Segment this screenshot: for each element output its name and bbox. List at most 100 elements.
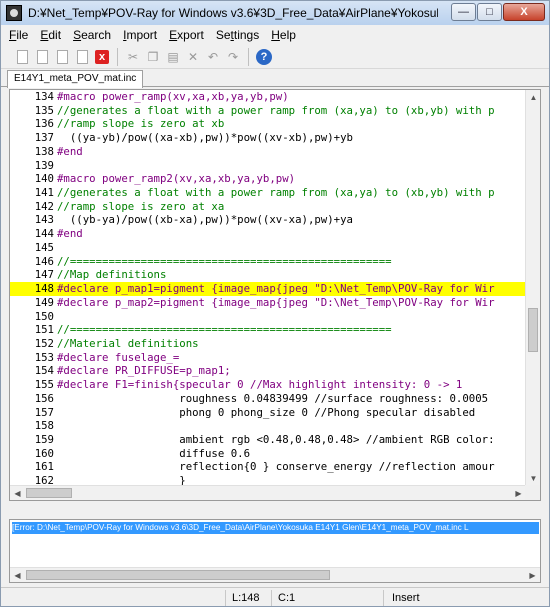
undo-icon[interactable]: ↶ <box>204 48 222 66</box>
code-line[interactable]: 161 reflection{0 } conserve_energy //ref… <box>10 460 526 474</box>
code-line[interactable]: 144 #end <box>10 227 526 241</box>
menu-file[interactable]: File <box>9 28 28 42</box>
code-line[interactable]: 159 ambient rgb <0.48,0.48,0.48> //ambie… <box>10 433 526 447</box>
line-code: #declare p_map1=pigment {image_map{jpeg … <box>57 282 495 296</box>
line-number: 135 <box>34 103 54 117</box>
code-line[interactable]: 141//generates a float with a power ramp… <box>10 186 526 200</box>
horizontal-scroll-thumb[interactable] <box>26 488 72 498</box>
help-icon[interactable]: ? <box>255 48 273 66</box>
code-line[interactable]: 148 #declare p_map1=pigment {image_map{jp… <box>10 282 526 296</box>
line-code: diffuse 0.6 <box>57 446 251 460</box>
code-line[interactable]: 134 #macro power_ramp(xv,xa,xb,ya,yb,pw) <box>10 90 526 104</box>
code-line[interactable]: 142//ramp slope is zero at xa <box>10 200 526 214</box>
line-code: #declare F1=finish{specular 0 //Max high… <box>57 378 463 392</box>
code-line[interactable]: 143 ((yb-ya)/pow((xb-xa),pw))*pow((xv-xa… <box>10 213 526 227</box>
cut-icon[interactable]: ✂ <box>124 48 142 66</box>
scroll-down-icon[interactable]: ▼ <box>526 471 540 486</box>
status-mode: Insert <box>383 589 483 606</box>
code-line[interactable]: 139 <box>10 159 526 173</box>
menu-edit[interactable]: Edit <box>40 28 61 42</box>
app-icon[interactable] <box>6 5 22 21</box>
error-message[interactable]: [Error: D:\Net_Temp\POV-Ray for Windows … <box>12 522 539 534</box>
code-line[interactable]: 156 roughness 0.04839499 //surface rough… <box>10 392 526 406</box>
title-bar[interactable]: D:¥Net_Temp¥POV-Ray for Windows v3.6¥3D_… <box>1 1 549 25</box>
line-number: 161 <box>34 460 54 474</box>
code-line[interactable]: 160 diffuse 0.6 <box>10 447 526 461</box>
open-file-icon[interactable] <box>33 48 51 66</box>
code-line[interactable]: 152//Material definitions <box>10 337 526 351</box>
code-line[interactable]: 158 <box>10 419 526 433</box>
code-line[interactable]: 146//===================================… <box>10 255 526 269</box>
menu-settings[interactable]: Settings <box>216 28 259 42</box>
horizontal-scrollbar[interactable]: ◀ ▶ <box>10 485 526 500</box>
code-line[interactable]: 135//generates a float with a power ramp… <box>10 104 526 118</box>
code-line[interactable]: 137 ((ya-yb)/pow((xa-xb),pw))*pow((xv-xb… <box>10 131 526 145</box>
delete-icon[interactable]: ✕ <box>184 48 202 66</box>
code-line[interactable]: 157 phong 0 phong_size 0 //Phong specula… <box>10 406 526 420</box>
redo-icon[interactable]: ↷ <box>224 48 242 66</box>
line-code: #end <box>57 144 83 158</box>
code-line[interactable]: 149 #declare p_map2=pigment {image_map{jp… <box>10 296 526 310</box>
scroll-left-icon[interactable]: ◀ <box>10 486 25 500</box>
line-code: //Map definitions <box>57 268 167 282</box>
menu-help-label: elp <box>279 28 296 42</box>
line-number: 153 <box>34 350 54 364</box>
line-number: 142 <box>34 199 54 213</box>
code-line[interactable]: 154 #declare PR_DIFFUSE=p_map1; <box>10 364 526 378</box>
new-file-icon[interactable] <box>13 48 31 66</box>
menu-export[interactable]: Export <box>169 28 204 42</box>
line-code: phong 0 phong_size 0 //Phong specular di… <box>57 405 476 419</box>
menu-import[interactable]: Import <box>123 28 157 42</box>
output-scroll-left-icon[interactable]: ◀ <box>10 568 25 582</box>
tab-file[interactable]: E14Y1_meta_POV_mat.inc <box>7 70 144 88</box>
code-line[interactable]: 147//Map definitions <box>10 268 526 282</box>
close-window-button[interactable]: X <box>503 3 545 21</box>
output-scroll-right-icon[interactable]: ▶ <box>525 568 540 582</box>
menu-settings-label-a: Se <box>215 28 231 42</box>
code-line[interactable]: 136//ramp slope is zero at xb <box>10 117 526 131</box>
line-number: 140 <box>34 172 54 186</box>
output-panel[interactable]: [Error: D:\Net_Temp\POV-Ray for Windows … <box>9 519 541 583</box>
line-number: 158 <box>34 419 54 433</box>
line-code: #declare fuselage_= <box>57 350 180 364</box>
code-lines[interactable]: 134 #macro power_ramp(xv,xa,xb,ya,yb,pw) 1… <box>10 90 526 486</box>
save-icon[interactable] <box>53 48 71 66</box>
line-number: 148 <box>34 282 54 296</box>
code-editor[interactable]: 134 #macro power_ramp(xv,xa,xb,ya,yb,pw) 1… <box>9 89 541 501</box>
scroll-right-icon[interactable]: ▶ <box>511 486 526 500</box>
line-number: 155 <box>34 378 54 392</box>
maximize-button[interactable]: □ <box>477 3 502 21</box>
save-all-icon[interactable] <box>73 48 91 66</box>
menu-help[interactable]: Help <box>271 28 296 42</box>
line-number: 157 <box>34 405 54 419</box>
menu-bar: File Edit Search Import Export Settings … <box>1 25 549 45</box>
code-line[interactable]: 153 #declare fuselage_= <box>10 351 526 365</box>
line-number: 146 <box>34 254 54 268</box>
minimize-button[interactable]: — <box>451 3 476 21</box>
line-code: //generates a float with a power ramp fr… <box>57 186 495 200</box>
vertical-scroll-thumb[interactable] <box>528 308 538 352</box>
menu-export-label: xport <box>177 28 204 42</box>
code-line[interactable]: 145 <box>10 241 526 255</box>
vertical-scrollbar[interactable]: ▲ ▼ <box>525 90 540 486</box>
save-glyph <box>56 49 68 64</box>
output-horizontal-scrollbar[interactable]: ◀ ▶ <box>10 567 540 582</box>
scroll-up-icon[interactable]: ▲ <box>526 90 540 105</box>
code-line[interactable]: 155 #declare F1=finish{specular 0 //Max h… <box>10 378 526 392</box>
line-number: 156 <box>34 391 54 405</box>
close-file-icon[interactable]: x <box>93 48 111 66</box>
paste-icon[interactable]: ▤ <box>164 48 182 66</box>
line-number: 147 <box>34 268 54 282</box>
line-number: 136 <box>34 117 54 131</box>
code-line[interactable]: 150 <box>10 310 526 324</box>
line-number: 152 <box>34 336 54 350</box>
line-code: //Material definitions <box>57 336 199 350</box>
copy-icon[interactable]: ❐ <box>144 48 162 66</box>
code-line[interactable]: 138 #end <box>10 145 526 159</box>
code-line[interactable]: 140 #macro power_ramp2(xv,xa,xb,ya,yb,pw) <box>10 172 526 186</box>
help-glyph: ? <box>256 48 272 65</box>
menu-search[interactable]: Search <box>73 28 111 42</box>
open-file-glyph <box>36 49 48 64</box>
output-scroll-thumb[interactable] <box>26 570 330 580</box>
code-line[interactable]: 151//===================================… <box>10 323 526 337</box>
